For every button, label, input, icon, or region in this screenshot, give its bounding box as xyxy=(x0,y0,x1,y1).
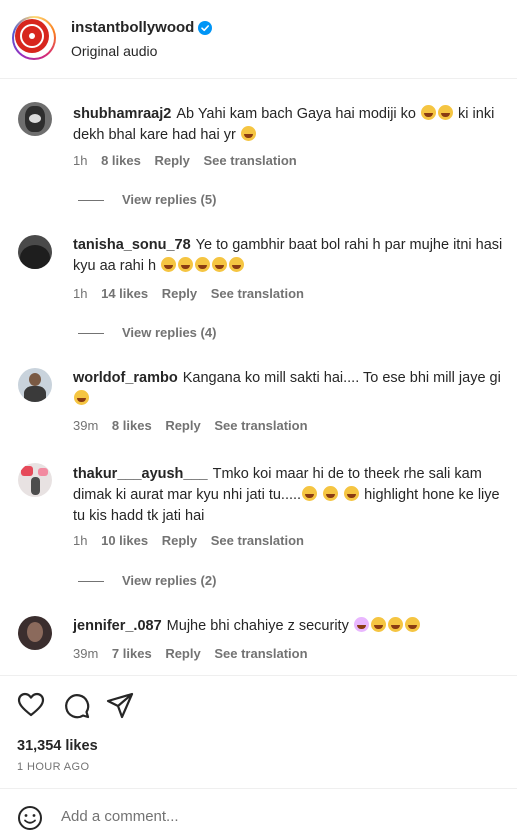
comment-likes[interactable]: 10 likes xyxy=(101,533,148,548)
comment-meta: 1h 14 likes Reply See translation xyxy=(73,286,314,301)
comment-username[interactable]: shubhamraaj2 xyxy=(73,106,171,122)
comment-time: 39m xyxy=(73,418,99,433)
comment-likes[interactable]: 8 likes xyxy=(112,418,152,433)
brand-logo-icon xyxy=(15,19,49,53)
see-translation-button[interactable]: See translation xyxy=(204,153,297,168)
comment-avatar[interactable] xyxy=(18,463,52,497)
laughing-emoji-icon xyxy=(195,257,211,272)
comment-text: worldof_rambo Kangana ko mill sakti hai..… xyxy=(73,368,509,410)
view-replies-button[interactable]: View replies (5) xyxy=(78,192,216,207)
comment-time: 1h xyxy=(73,153,88,168)
comment-text: tanisha_sonu_78 Ye to gambhir baat bol ra… xyxy=(73,237,503,274)
laughing-emoji-icon xyxy=(229,257,245,272)
reply-button[interactable]: Reply xyxy=(154,153,189,168)
see-translation-button[interactable]: See translation xyxy=(211,533,304,548)
replies-divider xyxy=(78,333,104,335)
comment-avatar[interactable] xyxy=(18,368,52,402)
post-likes-count[interactable]: 31,354 likes xyxy=(17,738,98,754)
profile-avatar[interactable] xyxy=(12,16,56,60)
see-translation-button[interactable]: See translation xyxy=(211,286,304,301)
smirk-emoji-icon xyxy=(323,486,339,501)
comment-time: 1h xyxy=(73,533,88,548)
post-header: instantbollywood Original audio xyxy=(0,0,517,79)
comment-avatar[interactable] xyxy=(18,102,52,136)
laughing-emoji-icon xyxy=(212,257,228,272)
laughing-emoji-icon xyxy=(421,105,437,120)
laughing-emoji-icon xyxy=(240,126,256,141)
comment-avatar[interactable] xyxy=(18,616,52,650)
comment-likes[interactable]: 8 likes xyxy=(101,153,141,168)
comment-icon[interactable] xyxy=(61,690,91,720)
comment-meta: 39m 8 likes Reply See translation xyxy=(73,418,318,433)
laughing-emoji-icon xyxy=(74,390,89,405)
comment-likes[interactable]: 14 likes xyxy=(101,286,148,301)
divider xyxy=(0,788,517,789)
header-username[interactable]: instantbollywood xyxy=(71,19,194,36)
reply-button[interactable]: Reply xyxy=(165,646,200,661)
emoji-icon[interactable] xyxy=(17,805,43,831)
replies-divider xyxy=(78,581,104,583)
rofl-emoji-icon xyxy=(178,257,194,272)
heart-icon[interactable] xyxy=(16,690,46,720)
reply-button[interactable]: Reply xyxy=(162,533,197,548)
comment-time: 1h xyxy=(73,286,88,301)
divider xyxy=(0,675,517,676)
replies-divider xyxy=(78,200,104,202)
post-timestamp: 1 HOUR AGO xyxy=(17,761,90,773)
view-replies-button[interactable]: View replies (4) xyxy=(78,325,216,340)
rofl-emoji-icon xyxy=(161,257,177,272)
laughing-emoji-icon xyxy=(387,617,403,632)
comment-text: jennifer_.087 Mujhe bhi chahiye z securit… xyxy=(73,616,509,637)
see-translation-button[interactable]: See translation xyxy=(214,418,307,433)
comment-username[interactable]: tanisha_sonu_78 xyxy=(73,237,191,253)
laughing-emoji-icon xyxy=(370,617,386,632)
comment-meta: 1h 10 likes Reply See translation xyxy=(73,533,314,548)
reply-button[interactable]: Reply xyxy=(162,286,197,301)
smirk-emoji-icon xyxy=(302,486,318,501)
comment-username[interactable]: jennifer_.087 xyxy=(73,618,162,634)
comment-meta: 1h 8 likes Reply See translation xyxy=(73,153,307,168)
comment-username[interactable]: worldof_rambo xyxy=(73,370,178,386)
comment-avatar[interactable] xyxy=(18,235,52,269)
view-replies-button[interactable]: View replies (2) xyxy=(78,573,216,588)
add-comment-input[interactable] xyxy=(61,808,481,825)
see-translation-button[interactable]: See translation xyxy=(214,646,307,661)
laughing-emoji-icon xyxy=(438,105,454,120)
comment-time: 39m xyxy=(73,646,99,661)
comment-username[interactable]: thakur___ayush___ xyxy=(73,466,208,482)
reply-button[interactable]: Reply xyxy=(165,418,200,433)
verified-badge-icon xyxy=(198,21,212,35)
laughing-emoji-icon xyxy=(404,617,420,632)
comment-likes[interactable]: 7 likes xyxy=(112,646,152,661)
person-gesturing-emoji-icon xyxy=(353,617,369,632)
comment-text: shubhamraaj2 Ab Yahi kam bach Gaya hai mo… xyxy=(73,105,495,143)
comment-meta: 39m 7 likes Reply See translation xyxy=(73,646,318,661)
comment-text: thakur___ayush___ Tmko koi maar hi de to … xyxy=(73,466,500,524)
smirk-emoji-icon xyxy=(344,486,360,501)
audio-label[interactable]: Original audio xyxy=(71,43,157,59)
share-icon[interactable] xyxy=(105,690,135,720)
